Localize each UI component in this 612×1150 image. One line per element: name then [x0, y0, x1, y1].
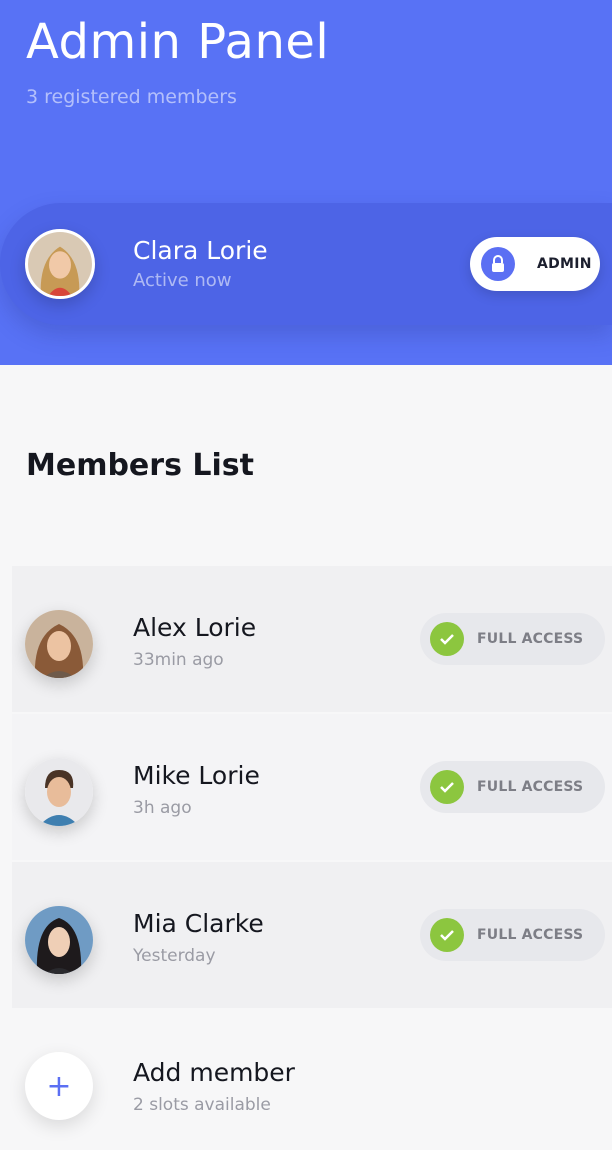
access-label: FULL ACCESS — [477, 631, 584, 647]
avatar — [25, 610, 93, 678]
slots-available: 2 slots available — [133, 1095, 271, 1115]
lock-icon — [481, 247, 515, 281]
member-last-seen: Yesterday — [133, 946, 216, 966]
list-item[interactable]: Mia Clarke Yesterday FULL ACCESS — [12, 862, 612, 1008]
check-icon — [430, 622, 464, 656]
check-icon — [430, 770, 464, 804]
role-label: ADMIN — [537, 256, 592, 272]
admin-name: Clara Lorie — [133, 236, 268, 265]
add-member-row[interactable]: + Add member 2 slots available — [0, 1010, 612, 1150]
role-badge[interactable]: ADMIN — [470, 237, 600, 291]
plus-icon: + — [46, 1068, 72, 1104]
access-badge[interactable]: FULL ACCESS — [420, 613, 605, 665]
list-item[interactable]: Mike Lorie 3h ago FULL ACCESS — [12, 714, 612, 860]
avatar — [25, 229, 95, 299]
member-name: Mike Lorie — [133, 761, 260, 790]
access-label: FULL ACCESS — [477, 779, 584, 795]
list-item[interactable]: Alex Lorie 33min ago FULL ACCESS — [12, 566, 612, 712]
avatar — [25, 758, 93, 826]
add-member-button[interactable]: + — [25, 1052, 93, 1120]
admin-card[interactable]: Clara Lorie Active now ADMIN — [0, 203, 612, 325]
access-badge[interactable]: FULL ACCESS — [420, 909, 605, 961]
page-title: Admin Panel — [26, 14, 330, 70]
admin-status: Active now — [133, 270, 232, 291]
check-icon — [430, 918, 464, 952]
member-name: Alex Lorie — [133, 613, 257, 642]
access-badge[interactable]: FULL ACCESS — [420, 761, 605, 813]
avatar — [25, 906, 93, 974]
add-member-title: Add member — [133, 1058, 295, 1087]
header: Admin Panel 3 registered members Clara L… — [0, 0, 612, 365]
section-title: Members List — [26, 448, 254, 483]
access-label: FULL ACCESS — [477, 927, 584, 943]
member-name: Mia Clarke — [133, 909, 264, 938]
member-count: 3 registered members — [26, 86, 237, 108]
member-last-seen: 3h ago — [133, 798, 192, 818]
member-last-seen: 33min ago — [133, 650, 224, 670]
